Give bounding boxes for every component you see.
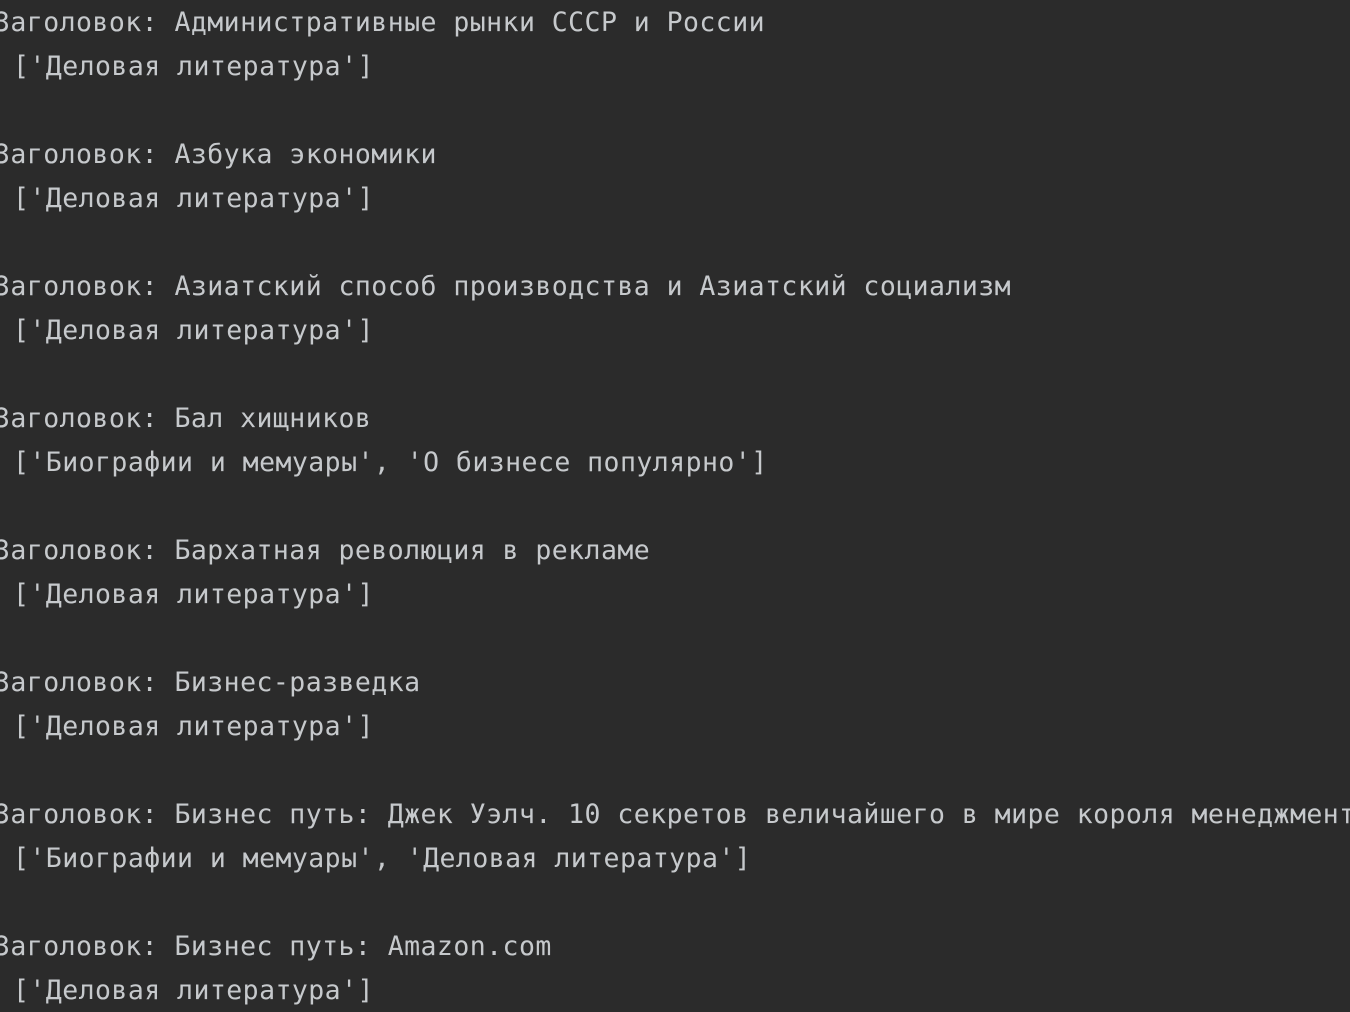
genres-line: ['Деловая литература'] — [13, 975, 374, 1006]
genres-line: ['Деловая литература'] — [13, 51, 374, 82]
output-entry: Заголовок: Бал хищников ['Биографии и ме… — [0, 397, 1350, 485]
book-title: Бал хищников — [174, 403, 372, 434]
title-prefix: Заголовок: — [0, 931, 159, 962]
console-output[interactable]: Заголовок: Административные рынки СССР и… — [0, 0, 1350, 1012]
genres-line: ['Деловая литература'] — [13, 183, 374, 214]
book-title: Бизнес путь: Джек Уэлч. 10 секретов вели… — [174, 799, 1350, 830]
title-line: Заголовок: Бархатная революция в рекламе — [0, 529, 1350, 573]
title-line: Заголовок: Бизнес-разведка — [0, 661, 1350, 705]
title-prefix: Заголовок: — [0, 271, 159, 302]
output-entry: Заголовок: Бизнес путь: Amazon.com ['Дел… — [0, 925, 1350, 1012]
book-title: Бизнес путь: Amazon.com — [174, 931, 552, 962]
title-prefix: Заголовок: — [0, 799, 159, 830]
title-line: Заголовок: Бизнес путь: Джек Уэлч. 10 се… — [0, 793, 1350, 837]
genres-line: ['Биографии и мемуары', 'Деловая литерат… — [13, 843, 752, 874]
title-prefix: Заголовок: — [0, 535, 159, 566]
book-title: Азбука экономики — [174, 139, 437, 170]
output-entry: Заголовок: Бизнес путь: Джек Уэлч. 10 се… — [0, 793, 1350, 881]
output-entry: Заголовок: Административные рынки СССР и… — [0, 1, 1350, 89]
output-entry: Заголовок: Бизнес-разведка ['Деловая лит… — [0, 661, 1350, 749]
output-entry: Заголовок: Азиатский способ производства… — [0, 265, 1350, 353]
title-line: Заголовок: Бизнес путь: Amazon.com — [0, 925, 1350, 969]
title-prefix: Заголовок: — [0, 7, 159, 38]
output-entry: Заголовок: Бархатная революция в рекламе… — [0, 529, 1350, 617]
title-line: Заголовок: Бал хищников — [0, 397, 1350, 441]
book-title: Административные рынки СССР и России — [174, 7, 766, 38]
title-line: Заголовок: Азбука экономики — [0, 133, 1350, 177]
title-line: Заголовок: Административные рынки СССР и… — [0, 1, 1350, 45]
title-prefix: Заголовок: — [0, 667, 159, 698]
title-line: Заголовок: Азиатский способ производства… — [0, 265, 1350, 309]
book-title: Бизнес-разведка — [174, 667, 421, 698]
book-title: Азиатский способ производства и Азиатски… — [174, 271, 1012, 302]
genres-line: ['Деловая литература'] — [13, 579, 374, 610]
title-prefix: Заголовок: — [0, 139, 159, 170]
output-entry: Заголовок: Азбука экономики ['Деловая ли… — [0, 133, 1350, 221]
title-prefix: Заголовок: — [0, 403, 159, 434]
genres-line: ['Биографии и мемуары', 'О бизнесе попул… — [13, 447, 768, 478]
genres-line: ['Деловая литература'] — [13, 315, 374, 346]
genres-line: ['Деловая литература'] — [13, 711, 374, 742]
book-title: Бархатная революция в рекламе — [174, 535, 651, 566]
